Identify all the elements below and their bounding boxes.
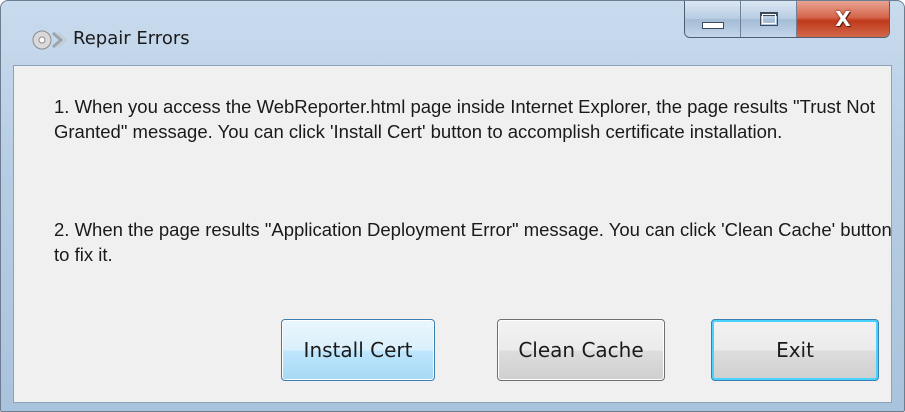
minimize-button[interactable] bbox=[685, 1, 741, 37]
close-icon: X bbox=[835, 7, 851, 31]
clean-cache-button[interactable]: Clean Cache bbox=[497, 319, 665, 381]
maximize-icon bbox=[759, 12, 778, 26]
exit-button[interactable]: Exit bbox=[711, 319, 879, 381]
window-title: Repair Errors bbox=[73, 28, 190, 49]
caption-buttons: X bbox=[684, 1, 890, 38]
instruction-clean-cache: 2. When the page results "Application De… bbox=[54, 219, 892, 265]
title-bar[interactable]: Repair Errors X bbox=[1, 1, 904, 65]
install-cert-button[interactable]: Install Cert bbox=[281, 319, 435, 381]
cd-icon bbox=[32, 30, 67, 50]
repair-errors-window: Repair Errors X 1. When you access the W… bbox=[0, 0, 905, 412]
minimize-icon bbox=[701, 21, 724, 29]
dialog-client-area: 1. When you access the WebReporter.html … bbox=[13, 65, 892, 403]
instruction-install-cert: 1. When you access the WebReporter.html … bbox=[54, 96, 875, 142]
close-button[interactable]: X bbox=[797, 1, 889, 37]
maximize-button[interactable] bbox=[741, 1, 797, 37]
